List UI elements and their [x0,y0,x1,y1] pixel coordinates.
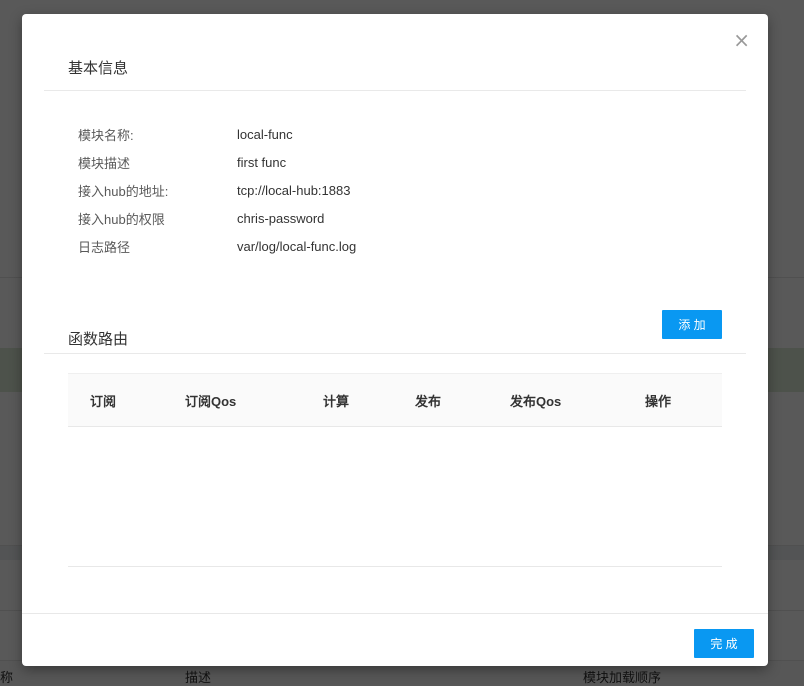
routes-table: 订阅 订阅Qos 计算 发布 发布Qos 操作 [68,373,722,567]
add-button[interactable]: 添 加 [662,310,722,339]
form-row-hub-address: 接入hub的地址: tcp://local-hub:1883 [78,176,718,204]
basic-info-title: 基本信息 [68,57,128,78]
form-row-module-name: 模块名称: local-func [78,120,718,148]
close-icon[interactable]: × [733,30,750,50]
divider [44,353,746,354]
field-value: local-func [237,127,293,142]
field-value: chris-password [237,211,324,226]
column-header-subscribe-qos: 订阅Qos [163,391,301,410]
function-routes-title: 函数路由 [68,328,128,349]
field-value: first func [237,155,286,170]
divider [44,90,746,91]
column-header-subscribe: 订阅 [68,391,163,410]
field-label: 日志路径 [78,237,237,256]
routes-table-empty-body [68,427,722,567]
screen: 称 描述 模块加载顺序 × 基本信息 模块名称: local-func 模块描述… [0,0,804,686]
module-detail-modal: × 基本信息 模块名称: local-func 模块描述 first func … [22,14,768,666]
routes-table-header: 订阅 订阅Qos 计算 发布 发布Qos 操作 [68,373,722,427]
field-label: 模块名称: [78,125,237,144]
column-header-publish-qos: 发布Qos [488,391,623,410]
field-value: var/log/local-func.log [237,239,356,254]
field-label: 接入hub的地址: [78,181,237,200]
basic-info-form: 模块名称: local-func 模块描述 first func 接入hub的地… [78,120,718,260]
column-header-publish: 发布 [393,391,488,410]
field-value: tcp://local-hub:1883 [237,183,350,198]
field-label: 接入hub的权限 [78,209,237,228]
form-row-hub-credential: 接入hub的权限 chris-password [78,204,718,232]
done-button[interactable]: 完 成 [694,629,754,658]
column-header-compute: 计算 [301,391,393,410]
field-label: 模块描述 [78,153,237,172]
column-header-actions: 操作 [623,391,722,410]
form-row-log-path: 日志路径 var/log/local-func.log [78,232,718,260]
form-row-module-desc: 模块描述 first func [78,148,718,176]
footer-divider [22,613,768,614]
